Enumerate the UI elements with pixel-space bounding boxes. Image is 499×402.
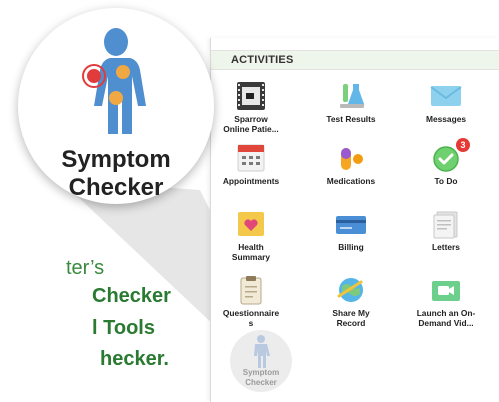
activity-questionnaires[interactable]: Questionnaire s	[211, 274, 291, 332]
activity-billing[interactable]: Billing	[311, 208, 391, 266]
letters-icon	[433, 211, 458, 239]
activity-messages[interactable]: Messages	[406, 80, 486, 138]
activities-title: ACTIVITIES	[231, 54, 294, 66]
activity-sparrow-online[interactable]: Sparrow Online Patie...	[211, 80, 291, 138]
activity-health-summary[interactable]: Health Summary	[211, 208, 291, 266]
credit-card-icon	[336, 216, 366, 234]
side-text-line1: ter’s	[66, 257, 105, 279]
activity-letters[interactable]: Letters	[406, 208, 486, 266]
film-icon	[237, 82, 265, 110]
activity-test-results[interactable]: Test Results	[311, 80, 391, 138]
callout-label: Symptom Checker	[61, 146, 171, 201]
activity-share-my-record[interactable]: Share My Record	[311, 274, 391, 332]
body-icon	[254, 335, 270, 368]
activity-to-do[interactable]: 3 To Do	[406, 138, 486, 200]
activity-label: Letters	[432, 242, 460, 252]
activity-label: Test Results	[326, 114, 376, 124]
activity-label: Launch an On- Demand Vid...	[416, 308, 476, 328]
symptom-checker-callout: Symptom Checker	[18, 8, 214, 204]
activity-medications[interactable]: Medications	[311, 142, 391, 200]
globe-share-icon	[337, 278, 363, 302]
calendar-icon	[237, 144, 265, 172]
heart-folder-icon	[238, 212, 264, 236]
activity-launch-video[interactable]: Launch an On- Demand Vid...	[406, 274, 486, 332]
activity-label: Health Summary	[231, 242, 271, 262]
side-text-line2: Checker	[92, 285, 171, 307]
flask-icon	[340, 84, 365, 109]
body-symptom-icon	[82, 28, 146, 134]
side-text-line3: l Tools	[92, 317, 155, 339]
activity-label: Sparrow Online Patie...	[223, 114, 279, 134]
activity-label: Questionnaire s	[222, 308, 280, 328]
activity-appointments[interactable]: Appointments	[211, 142, 291, 200]
activity-label: Medications	[326, 176, 376, 186]
video-icon	[432, 281, 460, 301]
side-text-line4: hecker.	[100, 348, 169, 370]
envelope-icon	[430, 86, 462, 106]
symptom-checker-label: Symptom Checker	[242, 368, 280, 387]
activities-header: ACTIVITIES	[211, 50, 499, 70]
activity-label: To Do	[434, 176, 458, 186]
activity-label: Messages	[425, 114, 467, 124]
todo-badge: 3	[456, 138, 470, 152]
pill-icon	[341, 148, 363, 170]
clipboard-icon	[240, 276, 262, 305]
activity-label: Billing	[338, 242, 364, 252]
activity-label: Share My Record	[332, 308, 370, 328]
activity-label: Appointments	[222, 176, 280, 186]
activity-symptom-checker[interactable]: Symptom Checker	[230, 330, 292, 392]
